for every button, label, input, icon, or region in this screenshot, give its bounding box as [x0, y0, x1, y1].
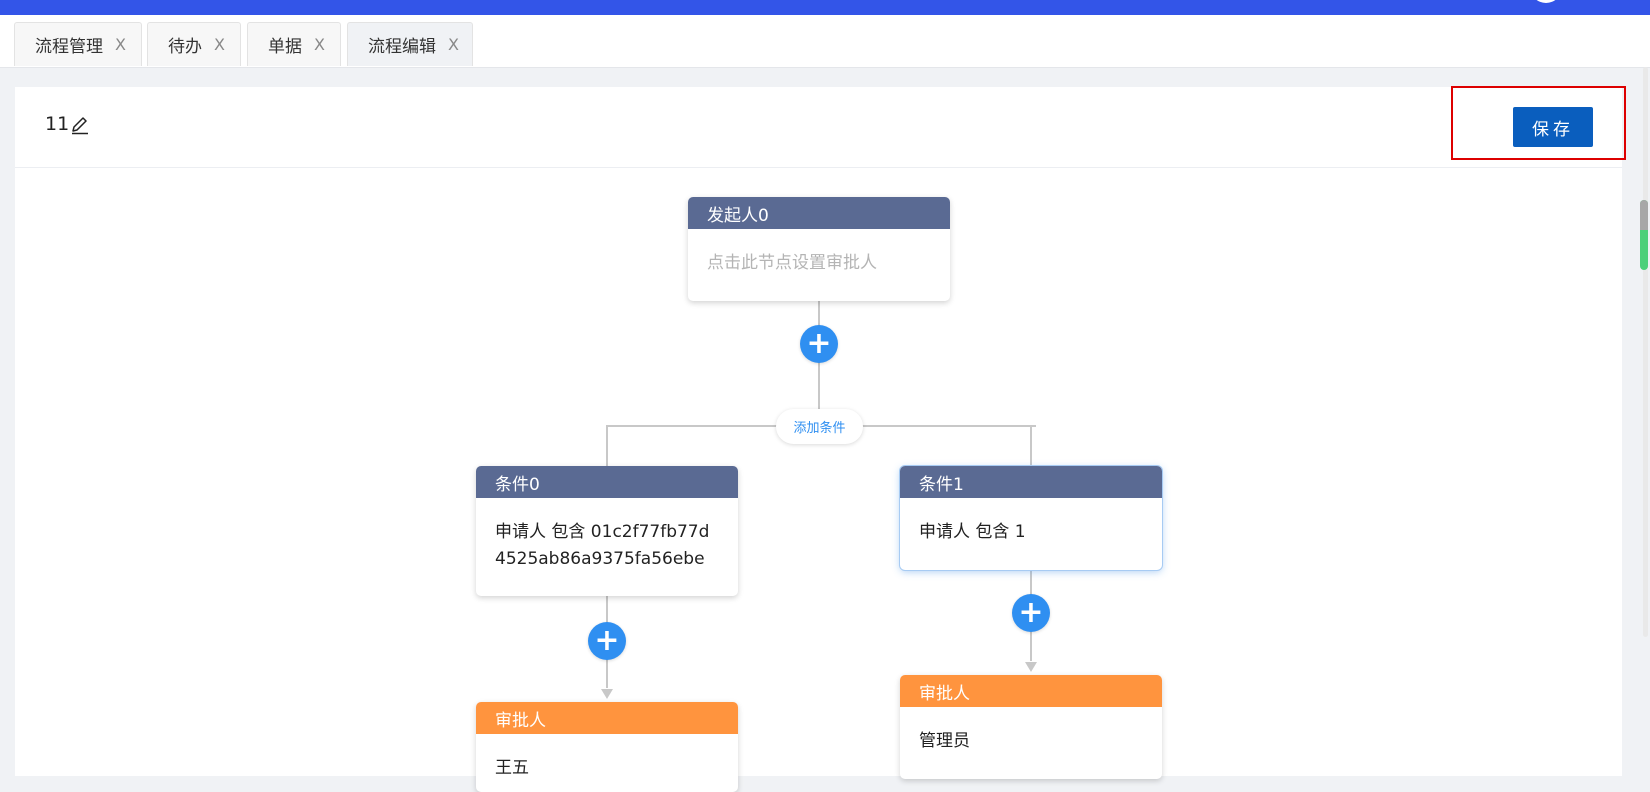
- scrollbar-track[interactable]: [1643, 67, 1648, 637]
- panel-header: 11: [15, 87, 1622, 168]
- flow-node-initiator[interactable]: 发起人0 点击此节点设置审批人: [688, 197, 950, 301]
- tab-process-edit[interactable]: 流程编辑 X: [347, 22, 473, 66]
- save-button[interactable]: 保存: [1513, 107, 1593, 147]
- tab-label: 流程管理: [35, 37, 103, 57]
- node-title: 条件0: [476, 466, 738, 498]
- tab-documents[interactable]: 单据 X: [247, 22, 341, 66]
- top-nav-bar: [0, 0, 1650, 15]
- scrollbar-thumb-cap: [1640, 200, 1648, 230]
- node-content: 管理员: [919, 731, 970, 751]
- connector-line: [1030, 425, 1032, 466]
- node-title: 审批人: [476, 702, 738, 734]
- node-content: 申请人 包含 01c2f77fb77d4525ab86a9375fa56ebe: [495, 522, 710, 569]
- add-node-button[interactable]: +: [800, 325, 838, 363]
- flow-node-condition[interactable]: 条件1 申请人 包含 1: [900, 466, 1162, 570]
- flow-node-condition[interactable]: 条件0 申请人 包含 01c2f77fb77d4525ab86a9375fa56…: [476, 466, 738, 596]
- node-title: 条件1: [900, 466, 1162, 498]
- close-icon[interactable]: X: [214, 35, 225, 54]
- add-node-button[interactable]: +: [588, 622, 626, 660]
- tab-label: 流程编辑: [368, 37, 436, 57]
- arrow-down-icon: [601, 689, 613, 699]
- node-title: 发起人0: [688, 197, 950, 229]
- process-title: 11: [45, 113, 70, 135]
- close-icon[interactable]: X: [314, 35, 325, 54]
- tab-todo[interactable]: 待办 X: [147, 22, 241, 66]
- tab-strip: 流程管理 X 待办 X 单据 X 流程编辑 X: [0, 15, 1650, 68]
- tab-label: 单据: [268, 37, 302, 57]
- node-content: 点击此节点设置审批人: [707, 253, 877, 273]
- arrow-down-icon: [1025, 662, 1037, 672]
- connector-line: [606, 425, 608, 466]
- add-condition-button[interactable]: 添加条件: [776, 409, 863, 444]
- edit-icon[interactable]: [70, 115, 90, 135]
- node-content: 申请人 包含 1: [919, 522, 1026, 542]
- tab-process-management[interactable]: 流程管理 X: [14, 22, 142, 66]
- node-content: 王五: [495, 758, 529, 778]
- close-icon[interactable]: X: [115, 35, 126, 54]
- flow-node-approver[interactable]: 审批人 王五: [476, 702, 738, 792]
- flow-node-approver[interactable]: 审批人 管理员: [900, 675, 1162, 779]
- tab-label: 待办: [168, 37, 202, 57]
- close-icon[interactable]: X: [448, 35, 459, 54]
- node-title: 审批人: [900, 675, 1162, 707]
- add-node-button[interactable]: +: [1012, 594, 1050, 632]
